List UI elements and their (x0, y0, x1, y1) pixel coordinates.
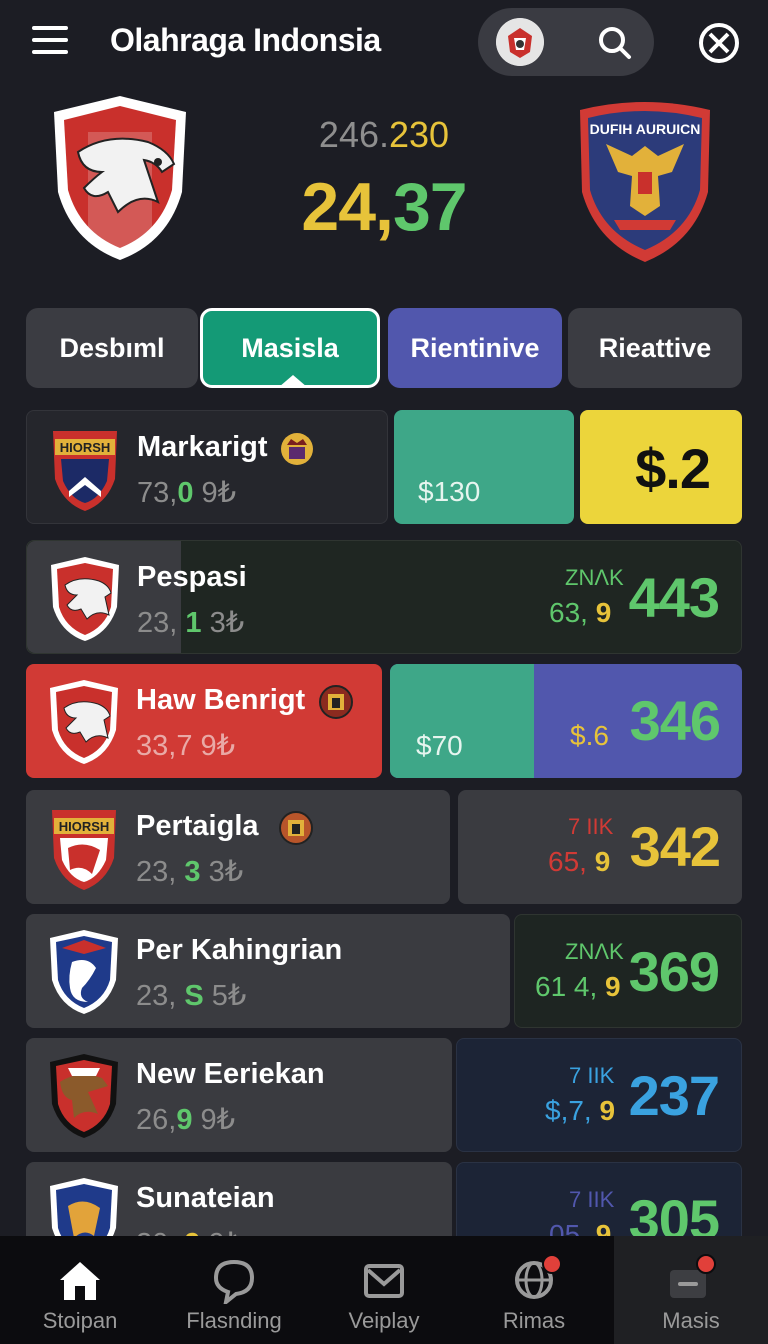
tab-rieattive[interactable]: Rieattive (568, 308, 742, 388)
table-row[interactable]: Pespasi 23, 1 3₺ ZNΛK 63, 9 443 (26, 540, 742, 654)
team-stats: 33,7 9₺ (136, 730, 236, 762)
avatar[interactable] (496, 18, 544, 66)
table-row[interactable]: Per Kahingrian 23, S 5₺ ZNΛK 61 4, 9 369 (26, 914, 742, 1028)
odds-label: 7 IIK (568, 814, 614, 839)
odds-label: ZNΛK (565, 565, 624, 590)
team-stats: 23, 3 3₺ (136, 856, 244, 888)
odds-box[interactable]: 7 IIK 65, 9 342 (458, 790, 742, 904)
nav-item-veiplay[interactable]: Veiplay (308, 1236, 460, 1344)
team-stats: 73,0 9₺ (137, 477, 237, 509)
tab-label: Rieattive (598, 332, 712, 363)
table-row[interactable]: Haw Benrigt 33,7 9₺ $70 $.6 346 (26, 664, 742, 778)
nav-item-masis[interactable]: Masis (614, 1236, 768, 1344)
odds-big-value: $.2 (635, 437, 711, 500)
team-crest-icon: HIORSH (52, 810, 116, 890)
league-badge-icon (319, 685, 353, 719)
crest-text: HIORSH (59, 819, 110, 834)
crest-text: HIORSH (60, 440, 111, 455)
team-crest-icon: HIORSH (53, 431, 117, 511)
team-crest-icon (50, 1054, 118, 1138)
tab-rientinive[interactable]: Rientinive (388, 308, 562, 388)
nav-item-stoipan[interactable]: Stoipan (0, 1236, 160, 1344)
home-icon (60, 1262, 100, 1300)
team-card[interactable]: Pespasi 23, 1 3₺ ZNΛK 63, 9 443 (26, 540, 742, 654)
team-crest-icon (50, 930, 118, 1014)
away-crest-text: DUFIH AURUICN (590, 121, 701, 137)
nav-label: Rimas (502, 1308, 566, 1333)
tab-label: Desbıml (59, 332, 165, 363)
odds-big-value: 237 (628, 1064, 720, 1127)
odds-box[interactable]: ZNΛK 61 4, 9 369 (514, 914, 742, 1028)
odds-value: 61 4, 9 (535, 971, 621, 1002)
team-name: Haw Benrigt (136, 684, 306, 716)
nav-label: Masis (662, 1308, 720, 1333)
app-title: Olahraga Indonsia (110, 22, 381, 58)
nav-label: Flasnding (186, 1308, 282, 1333)
odds-value: $.6 (570, 720, 609, 751)
nav-item-rimas[interactable]: Rimas (458, 1236, 610, 1344)
odds-box[interactable]: $70 $.6 346 (390, 664, 742, 778)
team-stats: 23, S 5₺ (136, 980, 247, 1012)
odds-big-value: 443 (628, 566, 720, 629)
mail-icon (364, 1264, 404, 1298)
odds-value: $,7, 9 (545, 1095, 616, 1126)
odds-big-value: 369 (628, 940, 720, 1003)
table-row[interactable]: New Eeriekan 26,9 9₺ 7 IIK $,7, 9 237 (26, 1038, 742, 1152)
notification-badge (696, 1254, 716, 1274)
team-card[interactable]: Per Kahingrian 23, S 5₺ (26, 914, 510, 1028)
team-name: Pespasi (137, 561, 247, 593)
tab-label: Rientinive (410, 332, 540, 363)
team-name: New Eeriekan (136, 1058, 325, 1090)
app-header: Olahraga Indonsia (0, 0, 768, 84)
search-pill[interactable] (478, 8, 654, 76)
team-stats: 23, 1 3₺ (137, 607, 245, 639)
team-stats: 26,9 9₺ (136, 1104, 236, 1136)
nav-label: Stoipan (42, 1308, 118, 1333)
league-badge-icon (279, 811, 313, 845)
odds-box[interactable]: 7 IIK $,7, 9 237 (456, 1038, 742, 1152)
tab-desbiml[interactable]: Desbıml (26, 308, 198, 388)
team-card[interactable]: Haw Benrigt 33,7 9₺ (26, 664, 382, 778)
team-name: Pertaigla (136, 810, 259, 842)
tab-label: Masisla (241, 332, 339, 363)
nav-item-flasnding[interactable]: Flasnding (158, 1236, 310, 1344)
team-card[interactable]: HIORSH Markarigt 73,0 9₺ (26, 410, 388, 524)
odds-label: 7 IIK (569, 1187, 615, 1212)
price-value: $130 (418, 476, 481, 507)
price-value: $70 (416, 730, 463, 761)
odds-box[interactable]: $.2 (580, 410, 742, 524)
bottom-nav: Stoipan Flasnding Veiplay Rimas Masis (0, 1236, 768, 1344)
odds-label: ZNΛK (565, 939, 624, 964)
nav-label: Veiplay (348, 1308, 420, 1333)
odds-label: 7 IIK (569, 1063, 615, 1088)
odds-value: 63, 9 (549, 597, 612, 628)
team-name: Sunateian (136, 1182, 275, 1214)
tab-masisla[interactable]: Masisla (200, 308, 380, 388)
team-crest-icon (50, 680, 118, 764)
team-card[interactable]: New Eeriekan 26,9 9₺ (26, 1038, 452, 1152)
away-team-crest[interactable]: DUFIH AURUICN (574, 96, 716, 264)
league-badge-icon (281, 433, 313, 465)
odds-big-value: 346 (629, 689, 721, 752)
table-row[interactable]: HIORSH Markarigt 73,0 9₺ $130 $.2 (26, 410, 742, 524)
chat-icon (213, 1259, 255, 1304)
notification-badge (542, 1254, 562, 1274)
price-box[interactable]: $130 (394, 410, 574, 524)
menu-icon[interactable] (32, 26, 68, 54)
price-box[interactable]: $70 (390, 664, 534, 778)
team-card[interactable]: HIORSH Pertaigla 23, 3 3₺ (26, 790, 450, 904)
table-row[interactable]: HIORSH Pertaigla 23, 3 3₺ 7 IIK 65, 9 34… (26, 790, 742, 904)
odds-big-value: 342 (629, 815, 721, 878)
team-name: Markarigt (137, 431, 268, 463)
odds-value: 65, 9 (548, 846, 611, 877)
team-crest-icon (51, 557, 119, 641)
search-icon[interactable] (598, 26, 632, 60)
close-icon[interactable] (698, 22, 740, 64)
team-name: Per Kahingrian (136, 934, 343, 966)
